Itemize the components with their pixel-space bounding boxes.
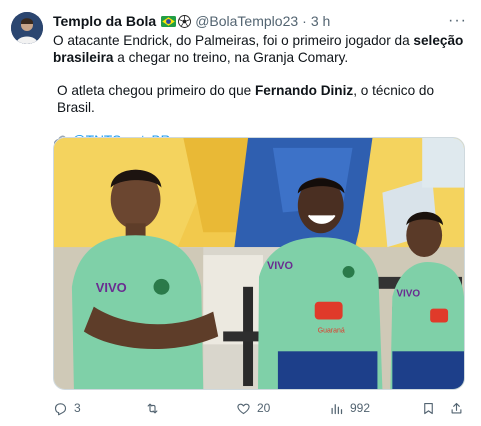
jersey-text-right: VIVO — [396, 289, 420, 300]
soccer-ball-emoji — [178, 14, 192, 28]
bookmark-button[interactable] — [421, 401, 436, 416]
photo-players-training: VIVO VIVO Guaraná VIVO — [54, 138, 464, 389]
views-icon — [331, 403, 343, 414]
tweet-timestamp[interactable]: 3 h — [311, 13, 330, 29]
retweet-icon — [147, 403, 158, 413]
p1-text-end: a chegar no treino, na Granja Comary. — [113, 50, 349, 65]
p2-text-start: O atleta chegou primeiro do que — [57, 83, 255, 98]
p1-text-start: O atacante Endrick, do Palmeiras, foi o … — [53, 33, 414, 48]
tweet-media-photo[interactable]: VIVO VIVO Guaraná VIVO — [53, 137, 465, 390]
avatar[interactable] — [11, 12, 43, 44]
reply-count: 3 — [74, 401, 81, 415]
tweet-paragraph-2: O atleta chegou primeiro do que Fernando… — [53, 82, 465, 116]
user-handle[interactable]: @BolaTemplo23 — [195, 13, 298, 29]
reply-icon — [54, 402, 67, 415]
share-icon — [451, 402, 462, 413]
tweet-header: Templo da Bola @BolaTemplo23 · 3 h ··· — [53, 11, 467, 31]
tweet-text: O atacante Endrick, do Palmeiras, foi o … — [53, 32, 465, 149]
tweet-card[interactable]: Templo da Bola @BolaTemplo23 · 3 h ··· O… — [0, 0, 481, 426]
tweet-paragraph-1: O atacante Endrick, do Palmeiras, foi o … — [53, 32, 465, 66]
reply-button[interactable]: 3 — [53, 401, 81, 416]
retweet-button[interactable] — [145, 401, 166, 416]
share-button[interactable] — [449, 401, 464, 416]
jersey-sponsor-text: Guaraná — [318, 327, 345, 334]
like-count: 20 — [257, 401, 271, 415]
more-icon[interactable]: ··· — [448, 13, 467, 29]
avatar-image — [11, 12, 43, 44]
header-separator: · — [302, 13, 307, 29]
bookmark-icon — [424, 402, 433, 414]
tweet-actions: 3 20 992 — [53, 398, 465, 418]
jersey-text-left: VIVO — [96, 280, 127, 295]
display-name[interactable]: Templo da Bola — [53, 13, 156, 29]
p2-bold-text: Fernando Diniz — [255, 83, 354, 98]
views-button[interactable]: 992 — [329, 401, 370, 416]
like-icon — [237, 403, 250, 414]
brazil-flag-emoji — [161, 15, 177, 27]
views-count: 992 — [350, 401, 371, 415]
jersey-text-center: VIVO — [267, 260, 294, 272]
like-button[interactable]: 20 — [236, 401, 270, 416]
